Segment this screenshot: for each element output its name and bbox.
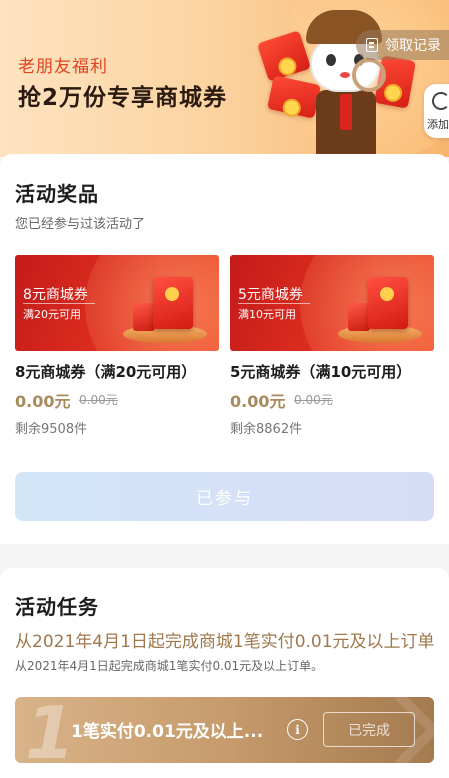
prize-price: 0.00元 [15, 392, 71, 411]
red-envelope-icon [348, 303, 370, 331]
info-icon[interactable]: i [287, 719, 308, 740]
coupon-image-8yuan[interactable]: 8元商城券 满20元可用 [15, 255, 219, 351]
prizes-section-title: 活动奖品 [15, 182, 99, 206]
document-icon [366, 38, 378, 52]
red-envelope-icon [368, 277, 408, 329]
add-shortcut-button[interactable]: 添加 [424, 84, 449, 138]
red-envelope-icon [153, 277, 193, 329]
prize-price: 0.00元 [230, 392, 286, 411]
task-description: 从2021年4月1日起完成商城1笔实付0.01元及以上订单。 [15, 659, 324, 673]
add-shortcut-label: 添加 [427, 118, 449, 131]
participation-note: 您已经参与过该活动了 [15, 217, 146, 232]
claim-record-button[interactable]: 领取记录 [356, 30, 449, 60]
task-title: 从2021年4月1日起完成商城1笔实付0.01元及以上订单 [15, 632, 435, 652]
tasks-section-title: 活动任务 [15, 595, 99, 619]
coupon-title: 5元商城券 [238, 287, 303, 303]
red-envelope-icon [133, 303, 155, 331]
coupon-condition: 满20元可用 [23, 308, 81, 321]
step-number: 1 [25, 697, 76, 763]
prize-remaining: 剩余8862件 [230, 422, 303, 437]
banner-subtitle: 老朋友福利 [18, 57, 108, 77]
coupon-condition: 满10元可用 [238, 308, 296, 321]
coupon-title: 8元商城券 [23, 287, 88, 303]
task-step-text: 1笔实付0.01元及以上... [71, 722, 264, 742]
joined-button[interactable]: 已参与 [15, 472, 434, 521]
task-completed-button[interactable]: 已完成 [323, 712, 415, 747]
claim-record-label: 领取记录 [385, 38, 441, 54]
banner-title: 抢2万份专享商城券 [18, 85, 228, 111]
prize-remaining: 剩余9508件 [15, 422, 88, 437]
prize-name: 5元商城券（满10元可用） [230, 363, 412, 381]
prize-name: 8元商城券（满20元可用） [15, 363, 197, 381]
task-progress-bar: 1 1笔实付0.01元及以上... i 已完成 [15, 697, 434, 763]
activity-banner: 老朋友福利 抢2万份专享商城券 [0, 0, 449, 157]
prize-original-price: 0.00元 [294, 393, 333, 407]
prize-original-price: 0.00元 [79, 393, 118, 407]
refresh-icon [432, 92, 449, 110]
coupon-image-5yuan[interactable]: 5元商城券 满10元可用 [230, 255, 434, 351]
